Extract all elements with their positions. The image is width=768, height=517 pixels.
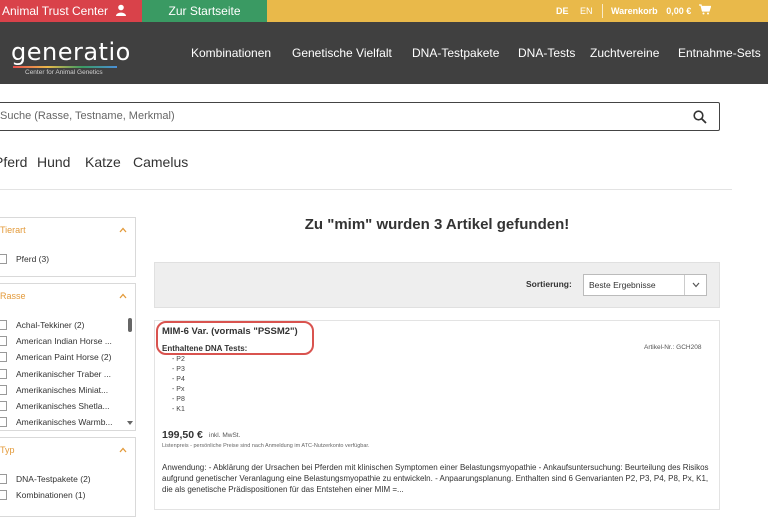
scroll-down-icon[interactable]	[127, 421, 133, 426]
product-description: Anwendung: - Abklärung der Ursachen bei …	[162, 463, 709, 494]
filter-item-rasse[interactable]: American Paint Horse (2)	[16, 352, 111, 362]
logo-color-bar	[13, 66, 117, 68]
generatio-logo[interactable]: generatio Center for Animal Genetics	[11, 38, 131, 76]
logo-text: generatio	[11, 38, 131, 66]
filter-item-typ[interactable]: DNA-Testpakete (2)	[16, 474, 91, 484]
filter-checkbox[interactable]	[0, 401, 7, 411]
chevron-up-icon[interactable]	[119, 226, 127, 234]
filter-item-rasse[interactable]: American Indian Horse ...	[16, 336, 112, 346]
test-item: - P4	[172, 376, 185, 383]
species-link-camelus[interactable]: Camelus	[133, 154, 188, 170]
chevron-down-icon	[692, 282, 700, 288]
nav-dna-testpakete[interactable]: DNA-Testpakete	[412, 22, 499, 84]
filter-checkbox[interactable]	[0, 320, 7, 330]
nav-genetische-vielfalt[interactable]: Genetische Vielfalt	[292, 22, 392, 84]
filter-typ-title[interactable]: Typ	[0, 445, 15, 455]
nav-dna-tests[interactable]: DNA-Tests	[518, 22, 575, 84]
cart-total: 0,00 €	[666, 6, 692, 16]
species-link-pferd[interactable]: Pferd	[0, 154, 27, 170]
lang-de-link[interactable]: DE	[556, 0, 569, 22]
filter-checkbox[interactable]	[0, 336, 7, 346]
sort-label: Sortierung:	[526, 279, 572, 289]
chevron-up-icon[interactable]	[119, 446, 127, 454]
animal-trust-center-link[interactable]: Animal Trust Center	[0, 0, 142, 22]
price-tax-note: inkl. MwSt.	[209, 432, 241, 439]
filter-item-rasse[interactable]: Amerikanisches Miniat...	[16, 385, 108, 395]
search-icon[interactable]	[693, 110, 707, 129]
filter-item-pferd[interactable]: Pferd (3)	[16, 254, 49, 264]
nav-kombinationen[interactable]: Kombinationen	[191, 22, 271, 84]
test-item: - P8	[172, 396, 185, 403]
article-number: Artikel-Nr.: GCH208	[644, 344, 702, 351]
species-link-hund[interactable]: Hund	[37, 154, 70, 170]
divider	[602, 4, 603, 18]
filter-checkbox[interactable]	[0, 369, 7, 379]
search-box[interactable]: Suche (Rasse, Testname, Merkmal)	[0, 102, 720, 131]
species-link-katze[interactable]: Katze	[85, 154, 121, 170]
cart-label: Warenkorb	[611, 6, 658, 16]
product-price: 199,50 €	[162, 429, 203, 441]
search-input[interactable]: Suche (Rasse, Testname, Merkmal)	[0, 103, 175, 130]
filter-checkbox[interactable]	[0, 490, 7, 500]
results-heading: Zu "mim" wurden 3 Artikel gefunden!	[304, 216, 570, 233]
cart-icon	[698, 1, 712, 23]
filter-item-typ[interactable]: Kombinationen (1)	[16, 490, 85, 500]
filter-checkbox[interactable]	[0, 385, 7, 395]
included-tests-label: Enthaltene DNA Tests:	[162, 344, 248, 353]
section-divider	[0, 189, 732, 190]
filter-item-rasse[interactable]: Amerikanischer Traber ...	[16, 369, 111, 379]
nav-zuchtvereine[interactable]: Zuchtvereine	[590, 22, 659, 84]
atc-label: Animal Trust Center	[2, 4, 109, 18]
home-link[interactable]: Zur Startseite	[142, 0, 267, 22]
lang-en-link[interactable]: EN	[580, 0, 593, 22]
test-item: - P2	[172, 356, 185, 363]
filter-item-rasse[interactable]: Achal-Tekkiner (2)	[16, 320, 85, 330]
filter-rasse-title[interactable]: Rasse	[0, 291, 26, 301]
user-icon	[115, 1, 127, 23]
sort-dropdown-toggle[interactable]	[684, 275, 706, 295]
cart-link[interactable]: Warenkorb 0,00 €	[611, 0, 712, 23]
filter-checkbox[interactable]	[0, 474, 7, 484]
test-item: - Px	[172, 386, 185, 393]
filter-tierart-title[interactable]: Tierart	[0, 225, 26, 235]
filter-scrollbar-thumb[interactable]	[128, 318, 132, 332]
test-item: - P3	[172, 366, 185, 373]
sort-value: Beste Ergebnisse	[589, 280, 656, 290]
filter-checkbox[interactable]	[0, 417, 7, 427]
chevron-up-icon[interactable]	[119, 292, 127, 300]
nav-entnahme-sets[interactable]: Entnahme-Sets	[678, 22, 761, 84]
filter-item-rasse[interactable]: Amerikanisches Warmb...	[16, 417, 113, 427]
filter-item-rasse[interactable]: Amerikanisches Shetla...	[16, 401, 110, 411]
filter-checkbox[interactable]	[0, 352, 7, 362]
sort-select[interactable]: Beste Ergebnisse	[583, 274, 707, 296]
test-item: - K1	[172, 406, 185, 413]
price-hint: Listenpreis - persönliche Preise sind na…	[162, 443, 370, 449]
logo-subtitle: Center for Animal Genetics	[25, 69, 103, 76]
filter-checkbox-pferd[interactable]	[0, 254, 7, 264]
